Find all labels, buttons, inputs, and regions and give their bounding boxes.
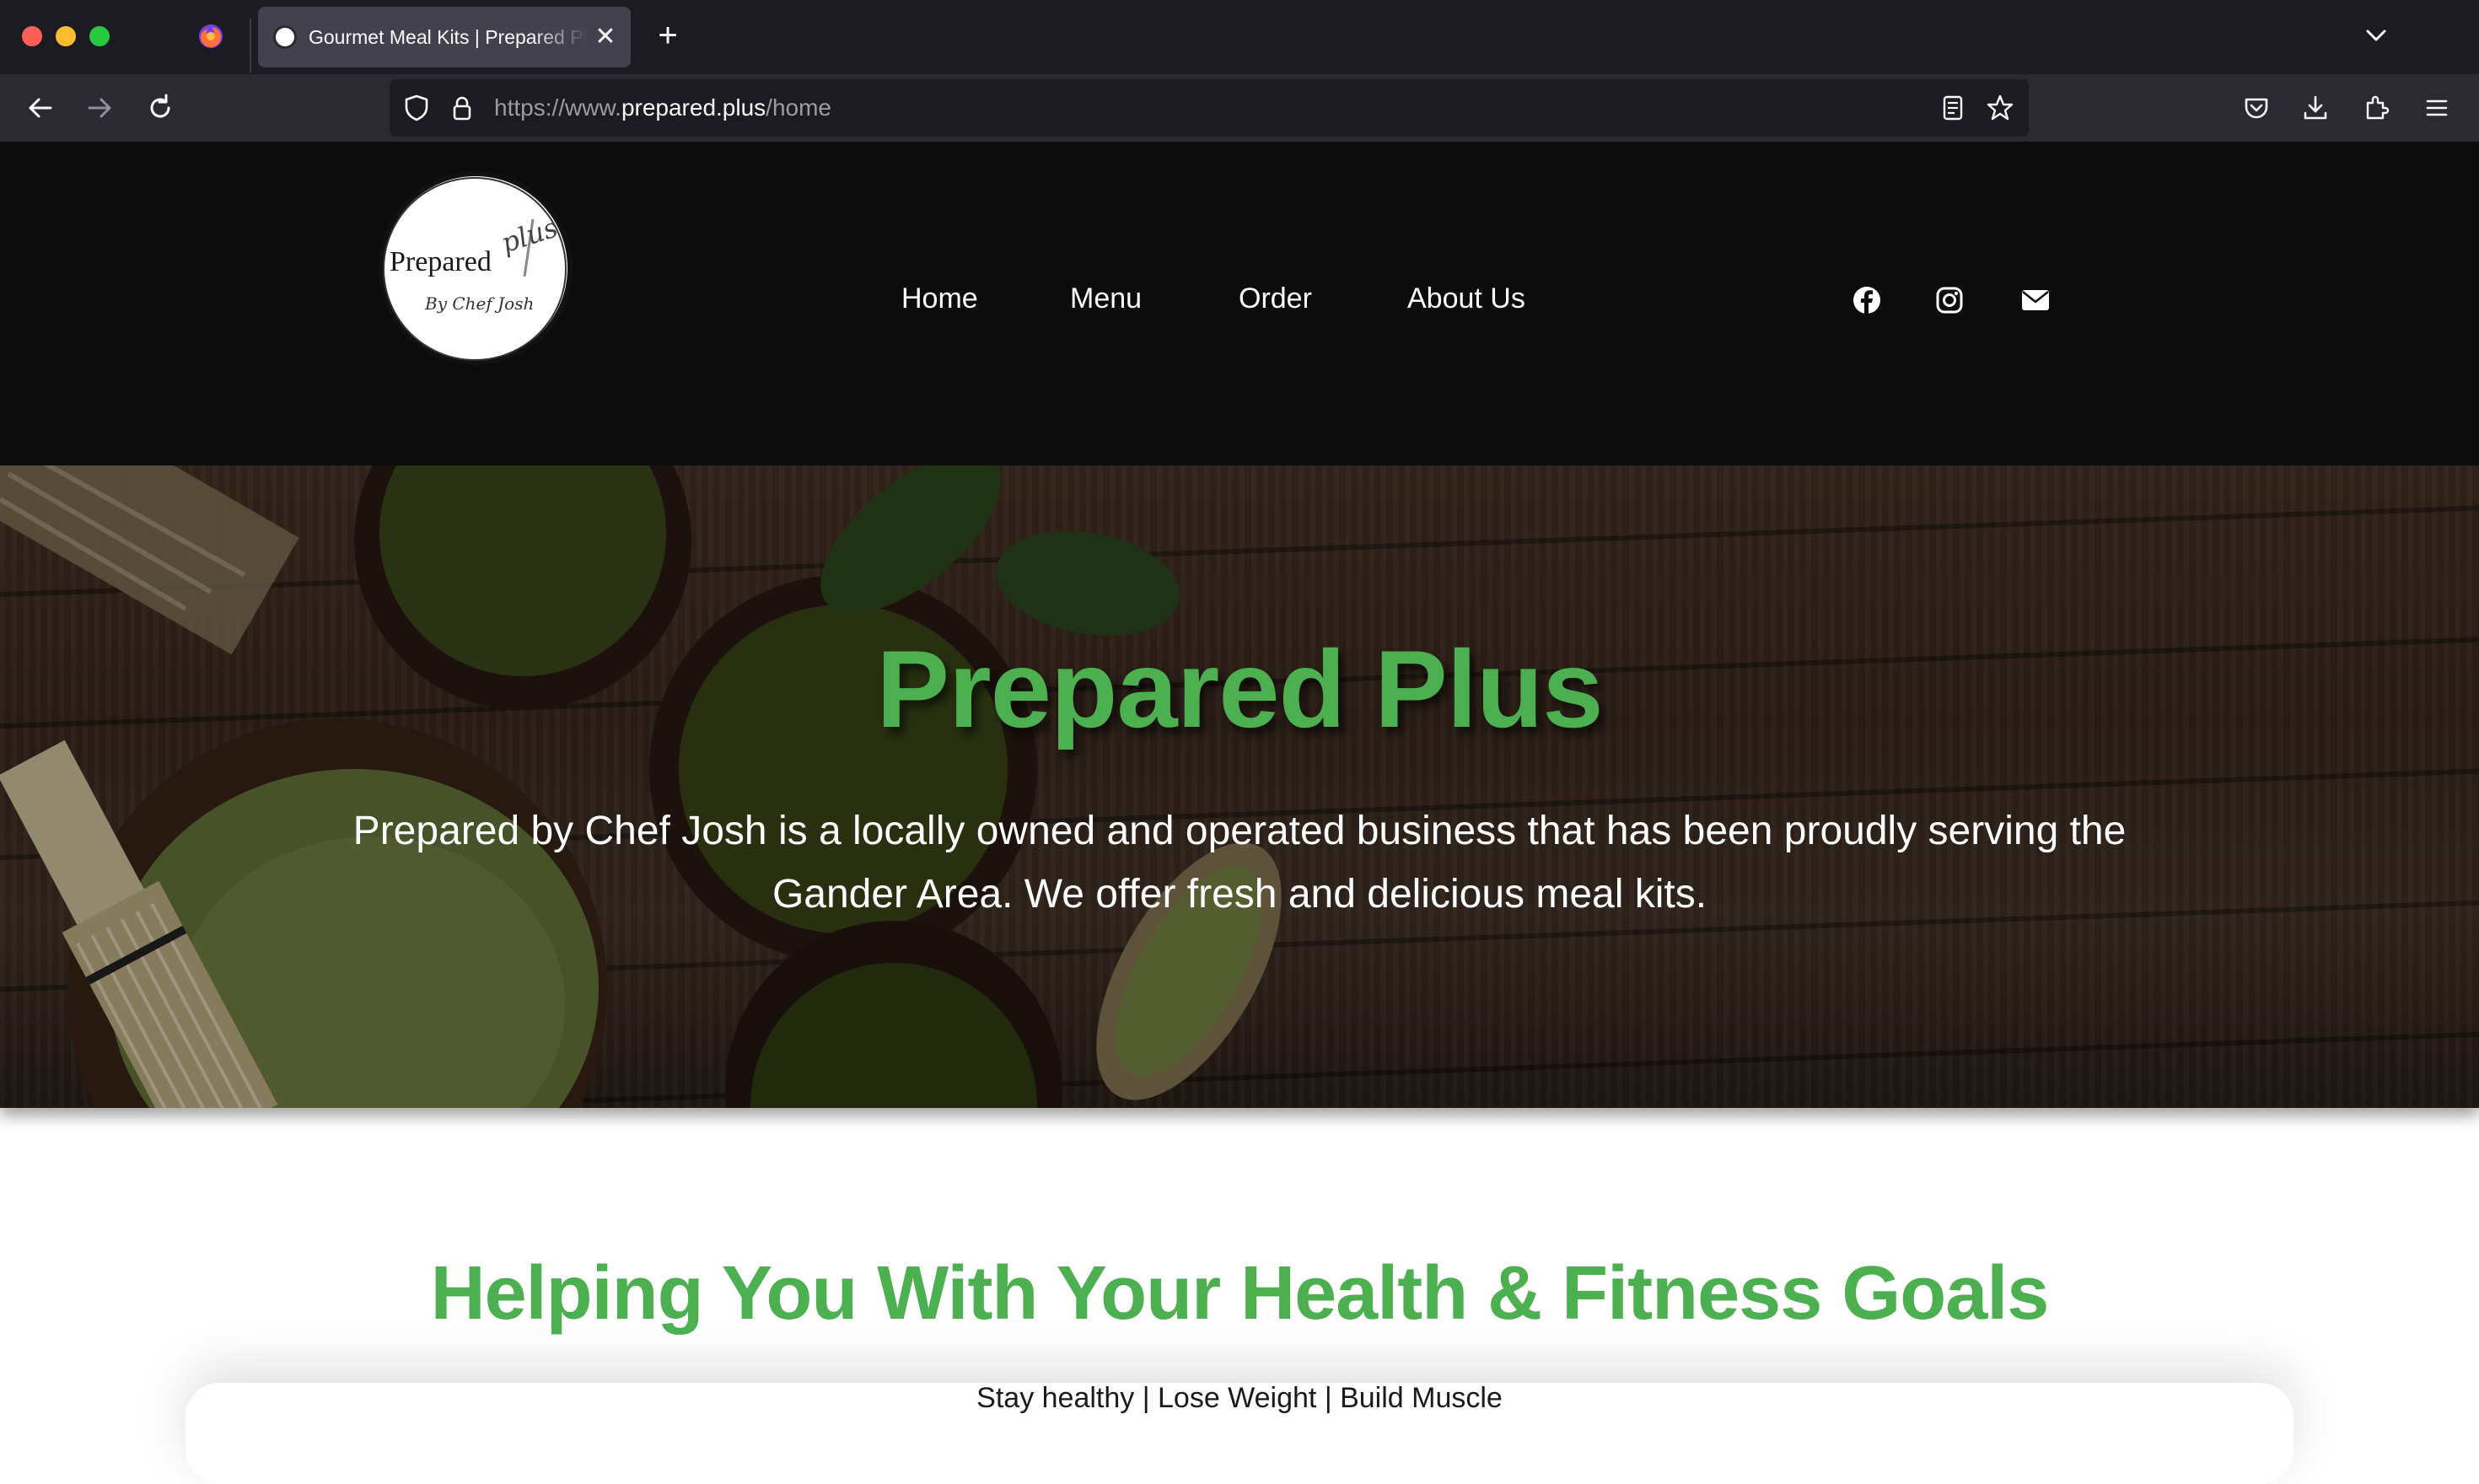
forward-arrow-icon[interactable] xyxy=(84,93,115,123)
site-header: Prepared plus By Chef Josh Home Menu Ord… xyxy=(0,142,2479,465)
section-title: Helping You With Your Health & Fitness G… xyxy=(430,1251,2050,1336)
hero-overlay xyxy=(0,465,2479,1108)
hero-banner: Prepared Plus Prepared by Chef Josh is a… xyxy=(0,465,2479,1108)
browser-toolbar: https://www.prepared.plus/home xyxy=(0,74,2479,142)
bookmark-star-icon[interactable] xyxy=(1985,93,2015,123)
chevron-down-icon[interactable] xyxy=(2361,20,2391,51)
site-favicon-icon xyxy=(273,25,297,49)
url-host: prepared.plus xyxy=(621,94,766,121)
url-prefix: https://www. xyxy=(494,94,621,121)
minimize-window-button[interactable] xyxy=(56,26,76,46)
tab-separator xyxy=(250,19,251,73)
nav-menu-link[interactable]: Menu xyxy=(1070,282,1142,315)
instagram-icon[interactable] xyxy=(1934,285,1965,315)
logo-wordmark: Prepared xyxy=(390,246,492,277)
nav-about-us-link[interactable]: About Us xyxy=(1407,282,1525,315)
shield-icon[interactable] xyxy=(401,93,432,123)
site-logo[interactable]: Prepared plus By Chef Josh xyxy=(376,169,575,368)
lock-icon[interactable] xyxy=(447,93,477,123)
browser-tab-bar: Gourmet Meal Kits | Prepared Plus ✕ + xyxy=(0,0,2479,74)
pocket-icon[interactable] xyxy=(2241,93,2272,123)
back-arrow-icon[interactable] xyxy=(25,93,56,123)
url-text[interactable]: https://www.prepared.plus/home xyxy=(494,93,831,123)
section-subtitle: Stay healthy | Lose Weight | Build Muscl… xyxy=(976,1382,1503,1414)
hamburger-menu-icon[interactable] xyxy=(2422,93,2452,123)
nav-home-link[interactable]: Home xyxy=(901,282,978,315)
tab-gourmet-meal-kits[interactable]: Gourmet Meal Kits | Prepared Plus ✕ xyxy=(258,7,631,67)
reload-icon[interactable] xyxy=(145,93,175,123)
new-tab-button[interactable]: + xyxy=(651,19,685,52)
address-bar[interactable]: https://www.prepared.plus/home xyxy=(390,79,2029,137)
url-path: /home xyxy=(766,94,831,121)
close-tab-icon[interactable]: ✕ xyxy=(594,24,617,50)
extensions-icon[interactable] xyxy=(2361,93,2391,123)
reader-view-icon[interactable] xyxy=(1938,93,1968,123)
tab-title: Gourmet Meal Kits | Prepared Plus xyxy=(309,26,587,48)
firefox-view-icon[interactable] xyxy=(196,20,226,51)
logo-tagline: By Chef Josh xyxy=(425,293,535,314)
download-icon[interactable] xyxy=(2300,93,2331,123)
envelope-icon[interactable] xyxy=(2020,285,2051,315)
close-window-button[interactable] xyxy=(22,26,42,46)
hero-description: Prepared by Chef Josh is a locally owned… xyxy=(352,809,2127,917)
hero-title: Prepared Plus xyxy=(876,627,1603,750)
facebook-icon[interactable] xyxy=(1852,285,1882,315)
zoom-window-button[interactable] xyxy=(89,26,110,46)
nav-order-link[interactable]: Order xyxy=(1239,282,1312,315)
